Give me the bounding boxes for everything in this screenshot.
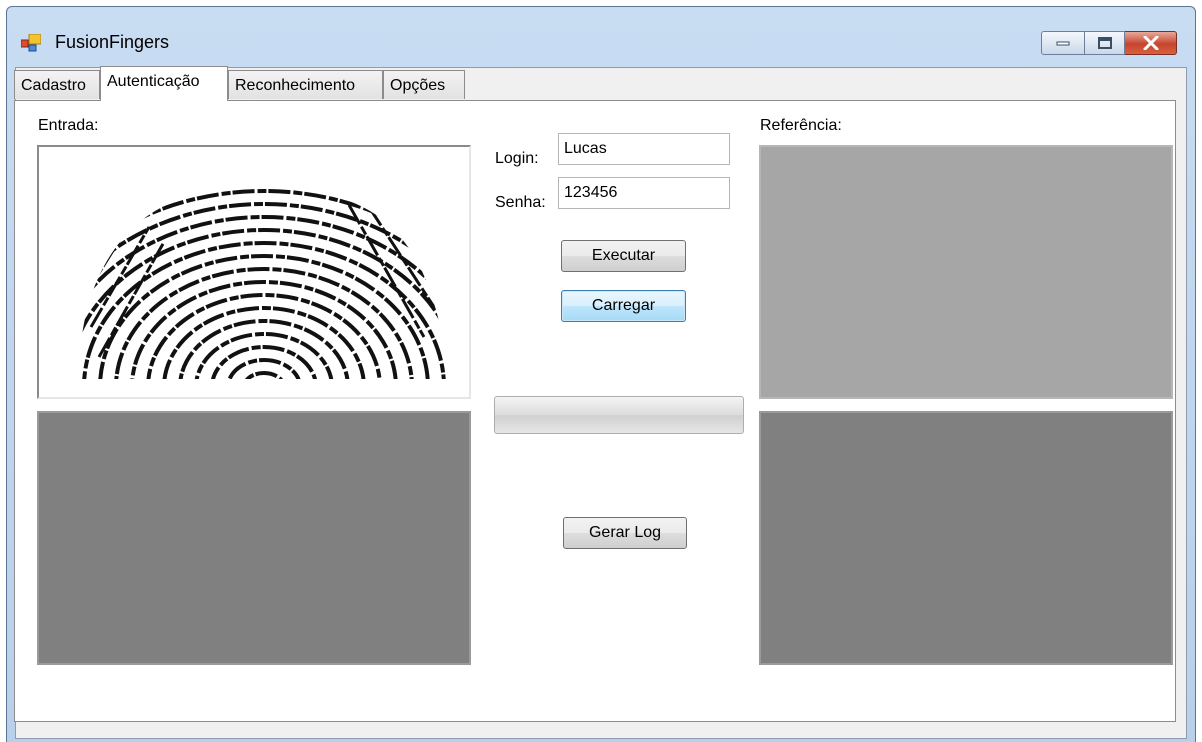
maximize-button[interactable] — [1085, 31, 1125, 55]
close-button[interactable] — [1125, 31, 1177, 55]
tab-reconhecimento[interactable]: Reconhecimento — [228, 70, 383, 99]
tab-cadastro[interactable]: Cadastro — [14, 70, 100, 99]
reference-bottom-picture — [759, 411, 1173, 665]
reference-label: Referência: — [760, 117, 842, 134]
tab-opcoes[interactable]: Opções — [383, 70, 465, 99]
minimize-icon — [1056, 41, 1070, 46]
load-button[interactable]: Carregar — [561, 290, 686, 322]
title-bar[interactable]: FusionFingers — [7, 7, 1195, 67]
close-icon — [1143, 36, 1158, 50]
login-label: Login: — [495, 150, 539, 167]
tab-autenticacao[interactable]: Autenticação — [100, 66, 228, 101]
generate-log-button[interactable]: Gerar Log — [563, 517, 687, 549]
input-label: Entrada: — [38, 117, 99, 134]
maximize-icon — [1097, 37, 1112, 49]
password-field[interactable] — [558, 177, 730, 209]
execute-button[interactable]: Executar — [561, 240, 686, 272]
minimize-button[interactable] — [1041, 31, 1085, 55]
progress-bar — [494, 396, 744, 434]
input-processed-picture — [37, 411, 471, 665]
input-fingerprint-picture — [37, 145, 471, 399]
application-icon — [21, 34, 41, 52]
reference-top-picture — [759, 145, 1173, 399]
login-field[interactable] — [558, 133, 730, 165]
window-title: FusionFingers — [55, 32, 170, 52]
fingerprint-image — [80, 186, 449, 379]
password-label: Senha: — [495, 194, 546, 211]
